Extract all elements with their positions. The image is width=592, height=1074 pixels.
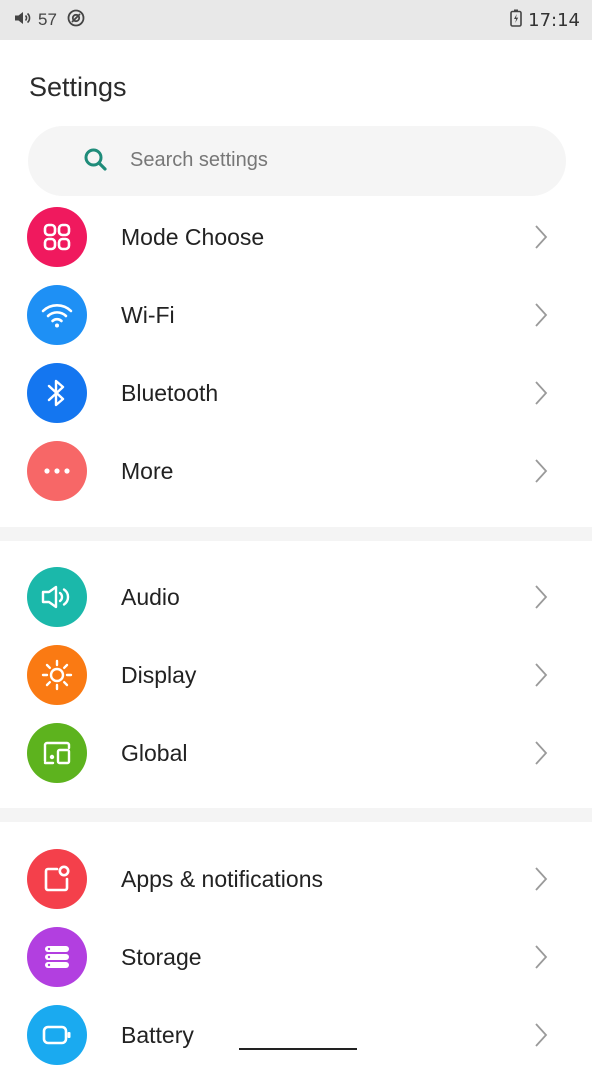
chevron-right-icon: [534, 302, 548, 328]
chevron-right-icon: [534, 458, 548, 484]
settings-item-label: Battery: [121, 1021, 194, 1048]
chevron-right-icon: [534, 944, 548, 970]
chevron-right-icon: [534, 584, 548, 610]
search-placeholder: Search settings: [130, 149, 268, 171]
settings-item-label: Mode Choose: [121, 223, 265, 250]
settings-item-display[interactable]: Display: [0, 636, 592, 714]
home-indicator[interactable]: [239, 1048, 357, 1050]
settings-item-label: Audio: [121, 583, 180, 610]
page-title: Settings: [29, 72, 127, 102]
section-divider: [0, 808, 592, 822]
chevron-right-icon: [534, 662, 548, 688]
clock: 17:14: [528, 9, 580, 31]
settings-item-mode-choose[interactable]: Mode Choose: [0, 198, 592, 276]
settings-item-battery[interactable]: Battery: [0, 996, 592, 1074]
settings-item-storage[interactable]: Storage: [0, 918, 592, 996]
settings-item-global[interactable]: Global: [0, 714, 592, 792]
settings-item-bluetooth[interactable]: Bluetooth: [0, 354, 592, 432]
status-right: 17:14: [510, 9, 580, 32]
chevron-right-icon: [534, 866, 548, 892]
speaker-icon: [27, 567, 87, 627]
section-divider: [0, 527, 592, 541]
search-icon: [82, 146, 110, 174]
devices-icon: [27, 723, 87, 783]
chevron-right-icon: [534, 224, 548, 250]
chevron-right-icon: [534, 380, 548, 406]
settings-group-device: Audio Display Global: [0, 558, 592, 792]
chevron-right-icon: [534, 1022, 548, 1048]
settings-item-wifi[interactable]: Wi-Fi: [0, 276, 592, 354]
settings-group-connectivity: Mode Choose Wi-Fi Bluetooth More: [0, 198, 592, 510]
volume-icon: [14, 10, 32, 30]
chevron-right-icon: [534, 740, 548, 766]
settings-item-audio[interactable]: Audio: [0, 558, 592, 636]
wifi-icon: [27, 285, 87, 345]
battery-charging-icon: [510, 9, 522, 32]
settings-item-label: Apps & notifications: [121, 865, 324, 892]
settings-group-system: Apps & notifications Storage Battery: [0, 840, 592, 1074]
settings-item-label: Wi-Fi: [121, 301, 175, 328]
settings-item-label: Storage: [121, 943, 202, 970]
settings-item-label: Bluetooth: [121, 379, 219, 406]
bluetooth-icon: [27, 363, 87, 423]
settings-item-label: Global: [121, 739, 188, 766]
status-left: 57: [14, 9, 85, 32]
settings-item-apps-notifications[interactable]: Apps & notifications: [0, 840, 592, 918]
storage-icon: [27, 927, 87, 987]
status-bar: 57 17:14: [0, 0, 592, 40]
search-bar[interactable]: Search settings: [28, 126, 566, 196]
apps-notification-icon: [27, 849, 87, 909]
battery-icon: [27, 1005, 87, 1065]
settings-item-label: More: [121, 457, 174, 484]
settings-item-label: Display: [121, 661, 197, 688]
brightness-icon: [27, 645, 87, 705]
more-dots-icon: [27, 441, 87, 501]
volume-value: 57: [38, 10, 57, 29]
settings-item-more[interactable]: More: [0, 432, 592, 510]
sync-icon: [67, 9, 85, 32]
grid-icon: [27, 207, 87, 267]
